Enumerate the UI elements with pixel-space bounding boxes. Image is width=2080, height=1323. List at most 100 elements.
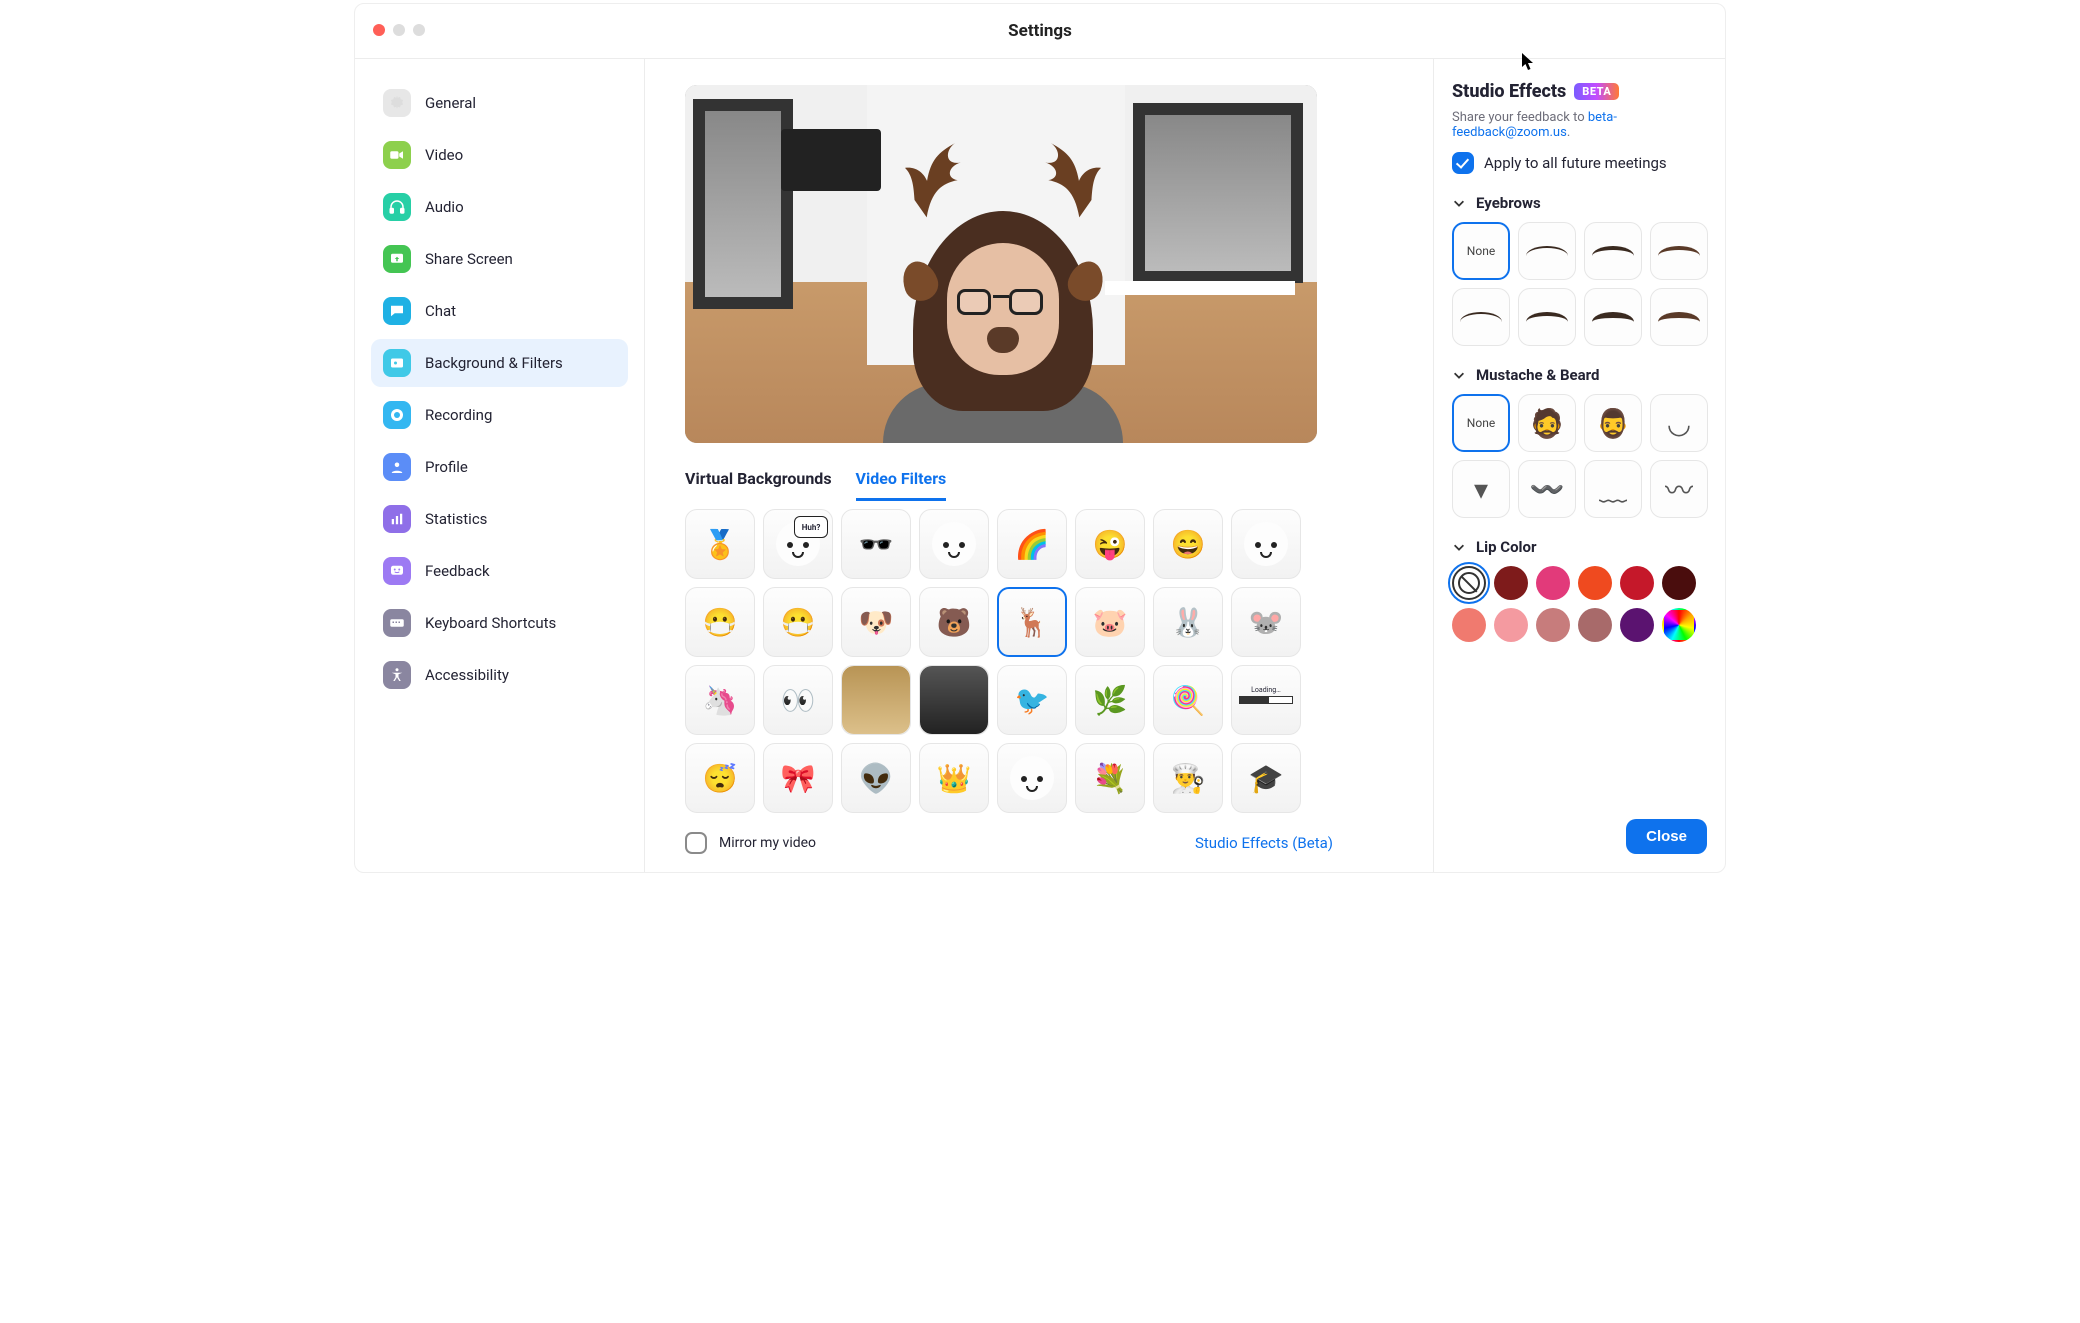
- section-toggle-mustache-beard[interactable]: Mustache & Beard: [1452, 366, 1707, 384]
- filter-tile-lollipops-swirl[interactable]: 🍭: [1153, 665, 1223, 735]
- filter-tile-leafy-branch[interactable]: 🌿: [1075, 665, 1145, 735]
- sidebar-item-audio[interactable]: Audio: [371, 183, 628, 231]
- close-button[interactable]: Close: [1626, 819, 1707, 854]
- eyebrow-option-brow-slim[interactable]: [1650, 222, 1708, 280]
- mustache-option-goatee[interactable]: 🧔‍♂️: [1584, 394, 1642, 452]
- lip-color-magenta[interactable]: [1536, 566, 1570, 600]
- lip-color-wine[interactable]: [1494, 566, 1528, 600]
- sidebar-item-video[interactable]: Video: [371, 131, 628, 179]
- lip-color-pink[interactable]: [1494, 608, 1528, 642]
- sidebar-item-label: Recording: [425, 406, 492, 424]
- filter-tile-dark-room-frame[interactable]: [919, 665, 989, 735]
- filter-tile-hydrangea-flower[interactable]: 💐: [1075, 743, 1145, 813]
- mustache-option-chin-strap[interactable]: ◡: [1650, 394, 1708, 452]
- profile-icon: [383, 453, 411, 481]
- lip-color-red[interactable]: [1620, 566, 1654, 600]
- filter-tile-cockatiel-bird[interactable]: 🐦: [997, 665, 1067, 735]
- lip-color-rose[interactable]: [1536, 608, 1570, 642]
- sidebar-item-label: Audio: [425, 198, 464, 216]
- filter-tile-red-bow[interactable]: 🎀: [763, 743, 833, 813]
- filter-tile-cute-face[interactable]: [919, 509, 989, 579]
- sidebar-item-statistics[interactable]: Statistics: [371, 495, 628, 543]
- mustache-option-none[interactable]: None: [1452, 394, 1510, 452]
- sidebar-item-label: Share Screen: [425, 250, 513, 268]
- filter-tile-loading-bar[interactable]: Loading…: [1231, 665, 1301, 735]
- eyebrow-option-brow-dark[interactable]: [1518, 288, 1576, 346]
- lip-color-orange[interactable]: [1578, 566, 1612, 600]
- filter-tile-bunny-ears[interactable]: 🐰: [1153, 587, 1223, 657]
- lip-color-rainbow[interactable]: [1662, 608, 1696, 642]
- mustache-option-full-beard[interactable]: 🧔: [1518, 394, 1576, 452]
- tab-video-filters[interactable]: Video Filters: [856, 461, 947, 501]
- bgfilters-icon: [383, 349, 411, 377]
- tab-virtual-backgrounds[interactable]: Virtual Backgrounds: [685, 461, 832, 501]
- filter-tile-wink-tongue[interactable]: 😜: [1075, 509, 1145, 579]
- lip-color-purple[interactable]: [1620, 608, 1654, 642]
- eyebrow-option-brow-thick[interactable]: [1584, 288, 1642, 346]
- mirror-video-label: Mirror my video: [719, 835, 816, 851]
- sidebar-item-share-screen[interactable]: Share Screen: [371, 235, 628, 283]
- keyboard-icon: [383, 609, 411, 637]
- mirror-video-checkbox[interactable]: [685, 832, 707, 854]
- window-minimize-button[interactable]: [393, 24, 405, 36]
- filter-tile-bear-ears[interactable]: 🐻: [919, 587, 989, 657]
- filter-tile-pig-ears[interactable]: 🐷: [1075, 587, 1145, 657]
- sidebar-item-label: Profile: [425, 458, 468, 476]
- lip-color-maroon[interactable]: [1662, 566, 1696, 600]
- mustache-option-mustache-thin[interactable]: ﹏: [1584, 460, 1642, 518]
- eyebrow-option-brow-arched[interactable]: [1518, 222, 1576, 280]
- sidebar-item-general[interactable]: General: [371, 79, 628, 127]
- filter-tile-award-ribbon[interactable]: 🏅: [685, 509, 755, 579]
- sidebar-item-accessibility[interactable]: Accessibility: [371, 651, 628, 699]
- sidebar-item-recording[interactable]: Recording: [371, 391, 628, 439]
- sidebar-item-feedback[interactable]: Feedback: [371, 547, 628, 595]
- eyebrow-option-none[interactable]: None: [1452, 222, 1510, 280]
- filter-tile-pixel-sunglasses[interactable]: 🕶️: [841, 509, 911, 579]
- filter-tile-unicorn-horn[interactable]: 🦄: [685, 665, 755, 735]
- section-toggle-eyebrows[interactable]: Eyebrows: [1452, 194, 1707, 212]
- section-eyebrows: Eyebrows None: [1452, 194, 1707, 346]
- filter-tile-gold-crown[interactable]: 👑: [919, 743, 989, 813]
- filter-tile-puppy-ears[interactable]: 🐶: [841, 587, 911, 657]
- apply-all-meetings-checkbox[interactable]: [1452, 152, 1474, 174]
- lip-color-none[interactable]: [1452, 566, 1486, 600]
- mustache-option-handlebar[interactable]: 〰: [1650, 460, 1708, 518]
- filter-tile-reindeer[interactable]: 🦌: [997, 587, 1067, 657]
- sidebar-item-profile[interactable]: Profile: [371, 443, 628, 491]
- filter-tile-face-mask-white[interactable]: 😷: [685, 587, 755, 657]
- filter-tile-blank-face[interactable]: [1231, 509, 1301, 579]
- eyebrow-option-brow-angled[interactable]: [1452, 288, 1510, 346]
- filter-tile-speech-huh[interactable]: Huh?: [763, 509, 833, 579]
- section-lip-color: Lip Color: [1452, 538, 1707, 642]
- video-preview: [685, 85, 1317, 443]
- filter-tile-mustache-face[interactable]: [997, 743, 1067, 813]
- section-toggle-lip-color[interactable]: Lip Color: [1452, 538, 1707, 556]
- filter-tile-green-antennae[interactable]: 👽: [841, 743, 911, 813]
- window-zoom-button[interactable]: [413, 24, 425, 36]
- studio-effects-title: Studio Effects: [1452, 81, 1566, 102]
- mustache-option-mustache-thick[interactable]: 〰️: [1518, 460, 1576, 518]
- video-filter-grid: 🏅Huh?🕶️🌈😜😄😷😷🐶🐻🦌🐷🐰🐭🦄👀🐦🌿🍭Loading…😴🎀👽👑💐👨‍🍳🎓: [685, 509, 1317, 813]
- filter-tile-chef-hat[interactable]: 👨‍🍳: [1153, 743, 1223, 813]
- eyebrow-option-brow-straight[interactable]: [1650, 288, 1708, 346]
- filter-tile-big-smile[interactable]: 😄: [1153, 509, 1223, 579]
- lip-color-coral[interactable]: [1452, 608, 1486, 642]
- eyebrow-option-brow-flat[interactable]: [1584, 222, 1642, 280]
- reindeer-antler-icon: [882, 124, 986, 228]
- filter-tile-sleeping-zzz[interactable]: 😴: [685, 743, 755, 813]
- lip-color-mauve[interactable]: [1578, 608, 1612, 642]
- filter-tile-cartoon-eyes[interactable]: 👀: [763, 665, 833, 735]
- filter-tile-gold-photo-frame[interactable]: [841, 665, 911, 735]
- window-close-button[interactable]: [373, 24, 385, 36]
- open-studio-effects-link[interactable]: Studio Effects (Beta): [1195, 834, 1333, 852]
- filter-tile-mouse-ears[interactable]: 🐭: [1231, 587, 1301, 657]
- mustache-option-soul-patch[interactable]: ▾: [1452, 460, 1510, 518]
- sidebar-item-chat[interactable]: Chat: [371, 287, 628, 335]
- sidebar-item-label: Feedback: [425, 562, 490, 580]
- filter-tile-rainbow-headband[interactable]: 🌈: [997, 509, 1067, 579]
- sidebar-item-keyboard-shortcuts[interactable]: Keyboard Shortcuts: [371, 599, 628, 647]
- filter-tile-graduation-cap[interactable]: 🎓: [1231, 743, 1301, 813]
- filter-tile-face-mask-teal[interactable]: 😷: [763, 587, 833, 657]
- sidebar-item-label: Keyboard Shortcuts: [425, 614, 556, 632]
- sidebar-item-background-filters[interactable]: Background & Filters: [371, 339, 628, 387]
